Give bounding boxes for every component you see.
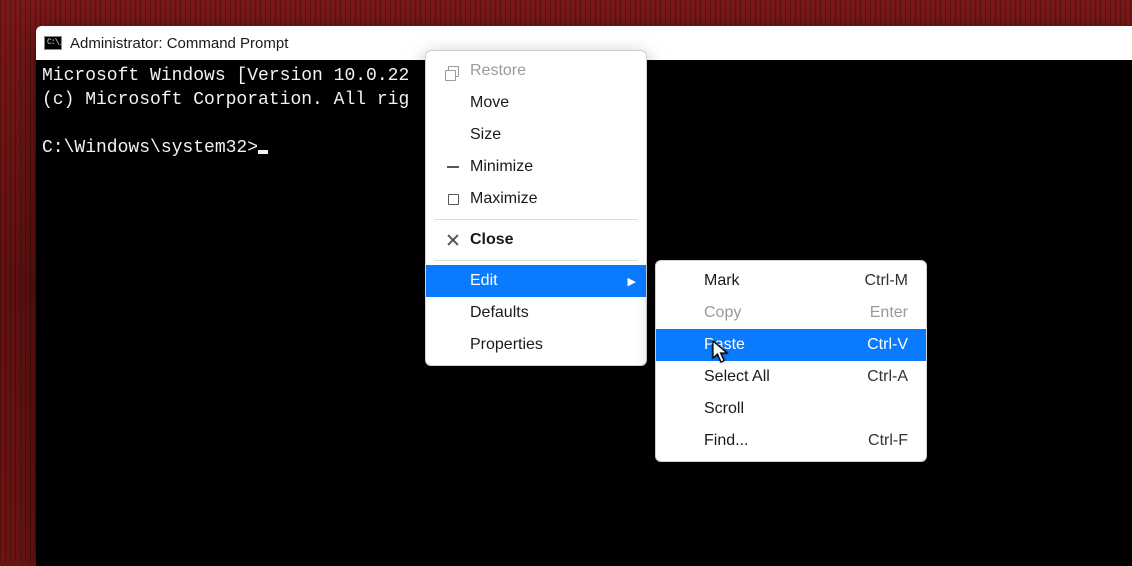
edit-submenu: Mark Ctrl-M Copy Enter Paste Ctrl-V Sele…: [655, 260, 927, 462]
menu-item-copy[interactable]: Copy Enter: [656, 297, 926, 329]
menu-item-move[interactable]: Move: [426, 87, 646, 119]
system-menu: Restore Move Size Minimize Maximize Clos…: [425, 50, 647, 366]
maximize-icon: [436, 194, 470, 205]
menu-item-close[interactable]: Close: [426, 224, 646, 256]
shortcut-text: Ctrl-A: [867, 368, 908, 386]
menu-item-restore[interactable]: Restore: [426, 55, 646, 87]
text-cursor: [258, 150, 268, 154]
window-title: Administrator: Command Prompt: [70, 35, 288, 52]
menu-separator: [434, 260, 638, 261]
minimize-icon: [436, 166, 470, 168]
menu-item-find[interactable]: Find... Ctrl-F: [656, 425, 926, 457]
menu-item-minimize[interactable]: Minimize: [426, 151, 646, 183]
close-icon: [436, 234, 470, 246]
shortcut-text: Ctrl-F: [868, 432, 908, 450]
terminal-line-2: (c) Microsoft Corporation. All rig: [42, 90, 409, 110]
restore-icon: [436, 66, 470, 77]
submenu-arrow-icon: ▶: [628, 275, 636, 288]
menu-item-mark[interactable]: Mark Ctrl-M: [656, 265, 926, 297]
shortcut-text: Enter: [870, 304, 908, 322]
menu-item-scroll[interactable]: Scroll: [656, 393, 926, 425]
terminal-line-1: Microsoft Windows [Version 10.0.22: [42, 66, 409, 86]
menu-item-defaults[interactable]: Defaults: [426, 297, 646, 329]
menu-item-size[interactable]: Size: [426, 119, 646, 151]
menu-item-properties[interactable]: Properties: [426, 329, 646, 361]
menu-separator: [434, 219, 638, 220]
menu-item-maximize[interactable]: Maximize: [426, 183, 646, 215]
shortcut-text: Ctrl-M: [864, 272, 908, 290]
menu-item-edit[interactable]: Edit ▶: [426, 265, 646, 297]
menu-item-paste[interactable]: Paste Ctrl-V: [656, 329, 926, 361]
terminal-prompt: C:\Windows\system32>: [42, 138, 258, 158]
cmd-icon[interactable]: C:\_: [44, 36, 62, 50]
shortcut-text: Ctrl-V: [867, 336, 908, 354]
menu-item-select-all[interactable]: Select All Ctrl-A: [656, 361, 926, 393]
